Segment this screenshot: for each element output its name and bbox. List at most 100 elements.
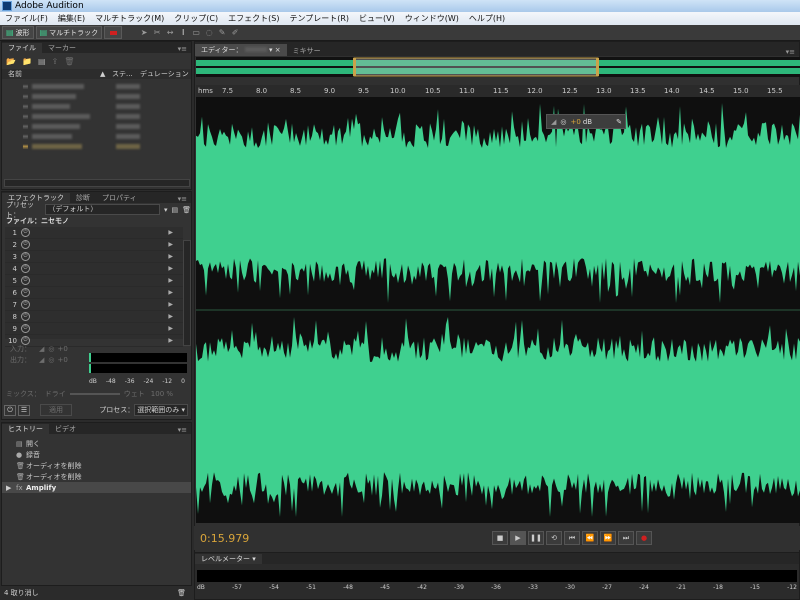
- effect-slot[interactable]: 2 ⏻ ▶: [5, 239, 183, 251]
- history-item[interactable]: ● 録音: [2, 449, 191, 460]
- amplitude-hud[interactable]: ◢ ◎ +0 dB ✎: [546, 114, 626, 129]
- menu-clip[interactable]: クリップ(C): [169, 12, 223, 25]
- panel-menu-icon[interactable]: ▾≡: [786, 48, 799, 56]
- delete-preset-icon[interactable]: 🗑: [182, 206, 191, 214]
- input-gain-value[interactable]: +0: [58, 345, 68, 353]
- record-mode-button[interactable]: [104, 26, 123, 39]
- process-select[interactable]: 選択範囲のみ ▾: [134, 404, 188, 416]
- input-knob-icon[interactable]: ◎: [48, 345, 54, 353]
- slot-menu-arrow-icon[interactable]: ▶: [168, 241, 173, 248]
- waveform-display[interactable]: [196, 97, 800, 523]
- menu-template[interactable]: テンプレート(R): [284, 12, 354, 25]
- tab-markers[interactable]: マーカー: [42, 43, 82, 53]
- wet-value[interactable]: 100 %: [151, 390, 173, 398]
- tab-diagnostics[interactable]: 診断: [70, 193, 96, 203]
- mix-slider[interactable]: [69, 393, 120, 395]
- clear-history-icon[interactable]: 🗑: [177, 589, 186, 597]
- output-knob-icon[interactable]: ◎: [48, 356, 54, 364]
- history-item[interactable]: 🗑 オーディオを削除: [2, 471, 191, 482]
- effect-slot[interactable]: 1 ⏻ ▶: [5, 227, 183, 239]
- tab-editor[interactable]: エディター： ▾ ×: [195, 44, 287, 56]
- time-selection-tool-icon[interactable]: I: [178, 28, 188, 38]
- tab-history[interactable]: ヒストリー: [2, 424, 49, 434]
- tab-mixer[interactable]: ミキサー: [287, 46, 327, 56]
- hud-pin-icon[interactable]: ✎: [616, 118, 622, 126]
- effect-slot[interactable]: 9 ⏻ ▶: [5, 323, 183, 335]
- menu-help[interactable]: ヘルプ(H): [464, 12, 510, 25]
- slot-menu-arrow-icon[interactable]: ▶: [168, 325, 173, 332]
- power-icon[interactable]: ⏻: [21, 312, 30, 321]
- file-row[interactable]: ≡: [2, 131, 191, 141]
- multitrack-view-button[interactable]: ▤ マルチトラック: [35, 26, 103, 39]
- overview-range-handle-left[interactable]: [353, 58, 356, 76]
- overview-visible-range[interactable]: [353, 57, 599, 77]
- slot-menu-arrow-icon[interactable]: ▶: [168, 301, 173, 308]
- rewind-button[interactable]: ⏪: [582, 531, 598, 545]
- power-icon[interactable]: ⏻: [21, 240, 30, 249]
- power-icon[interactable]: ⏻: [21, 228, 30, 237]
- slot-menu-arrow-icon[interactable]: ▶: [168, 265, 173, 272]
- loop-button[interactable]: ⟲: [546, 531, 562, 545]
- file-row[interactable]: ≡: [2, 101, 191, 111]
- razor-tool-icon[interactable]: ✂: [152, 28, 162, 38]
- play-button[interactable]: ▶: [510, 531, 526, 545]
- overview-range-handle-right[interactable]: [596, 58, 599, 76]
- column-name[interactable]: 名前: [8, 69, 100, 79]
- stop-button[interactable]: ■: [492, 531, 508, 545]
- panel-menu-icon[interactable]: ▾≡: [178, 426, 191, 434]
- waveform-view-button[interactable]: ▤ 波形: [2, 26, 34, 39]
- apply-button[interactable]: 適用: [40, 404, 72, 416]
- power-icon[interactable]: ⏻: [21, 276, 30, 285]
- power-icon[interactable]: ⏻: [21, 324, 30, 333]
- brush-tool-icon[interactable]: ✎: [217, 28, 227, 38]
- file-row[interactable]: ≡: [2, 81, 191, 91]
- power-icon[interactable]: ⏻: [21, 300, 30, 309]
- pause-button[interactable]: ❚❚: [528, 531, 544, 545]
- column-status[interactable]: ステ...: [112, 69, 140, 79]
- output-gain-value[interactable]: +0: [58, 356, 68, 364]
- tab-level-meter[interactable]: レベルメーター ▾: [195, 554, 262, 564]
- tab-files[interactable]: ファイル: [2, 43, 42, 53]
- add-preset-icon[interactable]: ▤: [171, 206, 178, 214]
- move-tool-icon[interactable]: ➤: [139, 28, 149, 38]
- history-item[interactable]: 🗑 オーディオを削除: [2, 460, 191, 471]
- menu-file[interactable]: ファイル(F): [0, 12, 53, 25]
- file-row[interactable]: ≡: [2, 91, 191, 101]
- slot-menu-arrow-icon[interactable]: ▶: [168, 337, 173, 344]
- menu-effects[interactable]: エフェクト(S): [223, 12, 284, 25]
- master-power-icon[interactable]: ⏻: [4, 404, 16, 416]
- effect-slot[interactable]: 8 ⏻ ▶: [5, 311, 183, 323]
- slot-menu-arrow-icon[interactable]: ▶: [168, 229, 173, 236]
- time-ruler[interactable]: hms 7.5 8.0 8.5 9.0 9.5 10.0 10.5 11.0 1…: [196, 85, 800, 97]
- column-sort-icon[interactable]: ▲: [100, 70, 112, 78]
- slip-tool-icon[interactable]: ↔: [165, 28, 175, 38]
- hud-knob-icon[interactable]: ◎: [560, 118, 566, 126]
- import-icon[interactable]: 📁: [22, 57, 32, 66]
- history-item-current[interactable]: ▶ fx Amplify: [2, 482, 191, 493]
- file-row[interactable]: ≡: [2, 121, 191, 131]
- export-icon[interactable]: ⇪: [52, 57, 59, 66]
- effects-scrollbar[interactable]: [183, 240, 191, 346]
- lasso-tool-icon[interactable]: ◌: [204, 28, 214, 38]
- column-duration[interactable]: デュレーション: [140, 69, 189, 79]
- go-to-start-button[interactable]: ⏮: [564, 531, 580, 545]
- effect-slot[interactable]: 7 ⏻ ▶: [5, 299, 183, 311]
- effect-slot[interactable]: 4 ⏻ ▶: [5, 263, 183, 275]
- file-row[interactable]: ≡: [2, 111, 191, 121]
- effect-slot[interactable]: 3 ⏻ ▶: [5, 251, 183, 263]
- preset-select[interactable]: （デフォルト）: [45, 204, 160, 215]
- panel-menu-icon[interactable]: ▾≡: [178, 45, 191, 53]
- tab-video[interactable]: ビデオ: [49, 424, 82, 434]
- effect-slot[interactable]: 6 ⏻ ▶: [5, 287, 183, 299]
- healing-tool-icon[interactable]: ✐: [230, 28, 240, 38]
- menu-window[interactable]: ウィンドウ(W): [400, 12, 464, 25]
- delete-file-icon[interactable]: 🗑: [64, 57, 74, 66]
- marquee-tool-icon[interactable]: ▭: [191, 28, 201, 38]
- menu-edit[interactable]: 編集(E): [53, 12, 90, 25]
- insert-icon[interactable]: ▤: [38, 57, 46, 66]
- rack-list-icon[interactable]: ☰: [18, 404, 30, 416]
- effect-slot[interactable]: 5 ⏻ ▶: [5, 275, 183, 287]
- power-icon[interactable]: ⏻: [21, 264, 30, 273]
- slot-menu-arrow-icon[interactable]: ▶: [168, 253, 173, 260]
- menu-view[interactable]: ビュー(V): [354, 12, 400, 25]
